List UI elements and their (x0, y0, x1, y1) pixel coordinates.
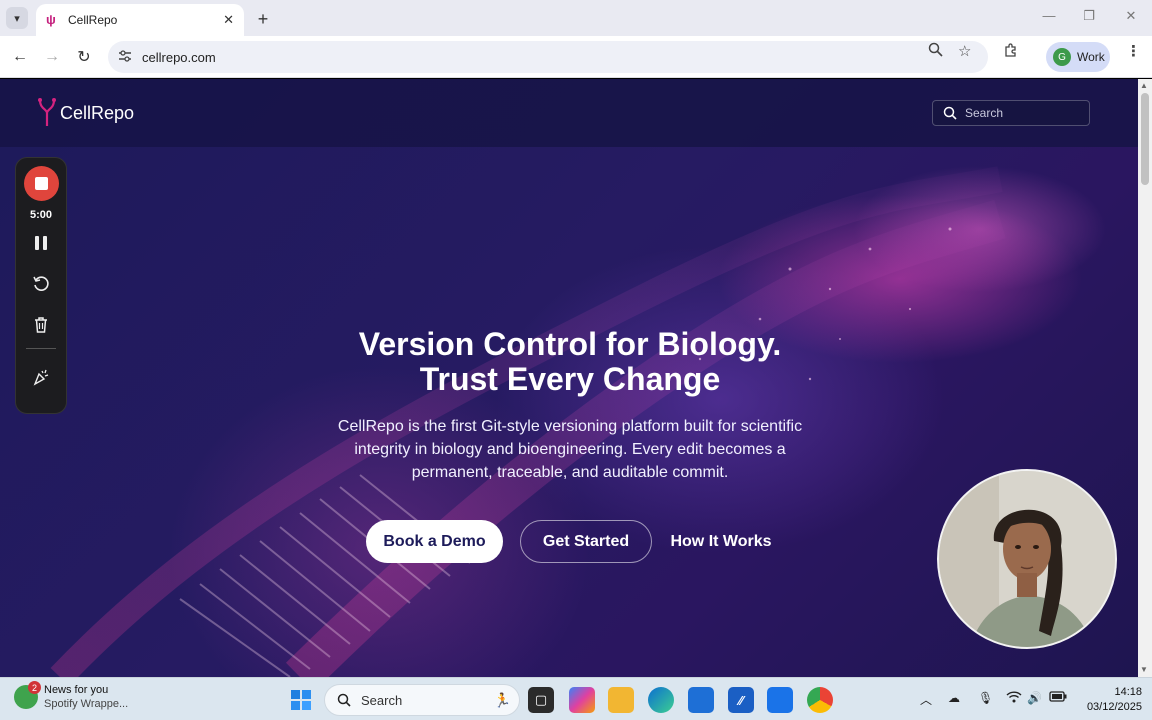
stop-recording-button[interactable] (24, 166, 59, 201)
scroll-up-arrow-icon[interactable]: ▲ (1140, 81, 1148, 90)
browser-toolbar: ← → ↻ cellrepo.com ☆ G Work ⋮ (0, 36, 1152, 78)
profile-button[interactable]: G Work (1046, 42, 1110, 72)
bookmark-star-icon[interactable]: ☆ (958, 42, 971, 60)
site-search-input[interactable]: Search (932, 100, 1090, 126)
address-url: cellrepo.com (142, 49, 216, 65)
cellrepo-logo-icon (38, 98, 56, 126)
zoom-magnifier-icon[interactable] (928, 42, 943, 61)
chrome-icon[interactable] (807, 687, 833, 713)
address-bar[interactable]: cellrepo.com (108, 41, 988, 73)
clock-date: 03/12/2025 (1086, 701, 1142, 713)
get-started-button[interactable]: Get Started (520, 520, 652, 563)
taskbar-search-placeholder: Search (361, 692, 403, 708)
logo-text: CellRepo (60, 102, 135, 123)
presenter-photo (939, 471, 1115, 647)
pause-icon[interactable] (29, 231, 53, 255)
news-weather-icon: 2 (14, 681, 41, 709)
hero-title: Version Control for Biology. Trust Every… (270, 327, 870, 397)
stop-square-icon (35, 177, 48, 190)
scroll-down-arrow-icon[interactable]: ▼ (1140, 665, 1148, 674)
reload-icon[interactable]: ↻ (72, 45, 96, 69)
cellrepo-logo[interactable]: CellRepo (36, 97, 134, 129)
volume-icon[interactable]: 🔊 (1027, 691, 1042, 705)
cellrepo-favicon-icon: ψ (46, 12, 56, 27)
window-restore-icon[interactable]: ❐ (1078, 8, 1100, 24)
avatar: G (1053, 48, 1071, 66)
window-minimize-icon[interactable]: — (1038, 8, 1060, 23)
new-tab-plus-icon[interactable]: + (252, 8, 274, 30)
onedrive-cloud-icon[interactable]: ☁ (948, 691, 960, 705)
extensions-puzzle-icon[interactable] (1003, 42, 1019, 62)
news-title: News for you (44, 684, 109, 696)
tab-title: CellRepo (68, 13, 118, 27)
hero-title-line1: Version Control for Biology. (358, 326, 782, 362)
taskbar-search-input[interactable]: Search 🏃 (324, 684, 520, 716)
microphone-icon[interactable]: 🎙 (978, 691, 993, 705)
hero-title-line2: Trust Every Change (419, 361, 721, 397)
how-it-works-link[interactable]: How It Works (660, 520, 782, 563)
browser-tab-active[interactable]: ψ CellRepo ✕ (36, 4, 244, 36)
webcam-bubble-image[interactable] (937, 469, 1117, 649)
copilot-icon[interactable] (569, 687, 595, 713)
browser-tab-strip: ▾ ψ CellRepo ✕ + — ❐ ✕ (0, 0, 1152, 36)
forward-arrow-icon[interactable]: → (40, 45, 64, 69)
outlook-icon[interactable] (767, 687, 793, 713)
search-icon (337, 693, 351, 707)
search-icon (943, 106, 957, 120)
trash-icon[interactable] (29, 313, 53, 337)
wifi-icon[interactable] (1006, 691, 1022, 706)
news-badge: 2 (28, 681, 41, 694)
tab-search-chevron-icon[interactable]: ▾ (6, 7, 28, 29)
system-clock[interactable]: 14:18 03/12/2025 (1078, 685, 1142, 715)
hero-description: CellRepo is the first Git-style versioni… (337, 418, 803, 481)
restart-icon[interactable] (29, 272, 53, 296)
file-explorer-icon[interactable] (608, 687, 634, 713)
recorder-divider (26, 348, 56, 349)
battery-icon[interactable] (1049, 691, 1067, 705)
scrollbar-thumb[interactable] (1141, 93, 1149, 185)
effects-party-icon[interactable] (29, 365, 53, 389)
tray-overflow-chevron-icon[interactable]: ︿ (920, 691, 932, 708)
news-widget[interactable]: 2 News for you Spotify Wrappe... (14, 681, 129, 710)
site-header: CellRepo Search (0, 79, 1138, 147)
news-subtitle: Spotify Wrappe... (44, 698, 129, 710)
visual-studio-code-icon[interactable]: ⁄⁄ (728, 687, 754, 713)
windows-taskbar: 2 News for you Spotify Wrappe... Search … (0, 677, 1152, 720)
site-search-placeholder: Search (965, 106, 1004, 120)
recording-timer: 5:00 (29, 209, 53, 221)
profile-label: Work (1077, 50, 1105, 64)
site-info-icon[interactable] (118, 49, 136, 65)
page-scrollbar[interactable]: ▲ ▼ (1138, 79, 1152, 677)
book-demo-button[interactable]: Book a Demo (366, 520, 503, 563)
browser-menu-kebab-icon[interactable]: ⋮ (1126, 42, 1141, 60)
windows-start-icon[interactable] (288, 687, 314, 713)
back-arrow-icon[interactable]: ← (8, 45, 32, 69)
search-highlight-icon: 🏃 (493, 691, 511, 708)
edge-browser-icon[interactable] (648, 687, 674, 713)
tab-close-icon[interactable]: ✕ (223, 12, 234, 28)
task-view-icon[interactable]: ▢ (528, 687, 554, 713)
microsoft-store-icon[interactable] (688, 687, 714, 713)
clock-time: 14:18 (1114, 686, 1142, 698)
window-close-icon[interactable]: ✕ (1120, 8, 1142, 24)
screen-recorder-toolbar: 5:00 (15, 157, 67, 414)
